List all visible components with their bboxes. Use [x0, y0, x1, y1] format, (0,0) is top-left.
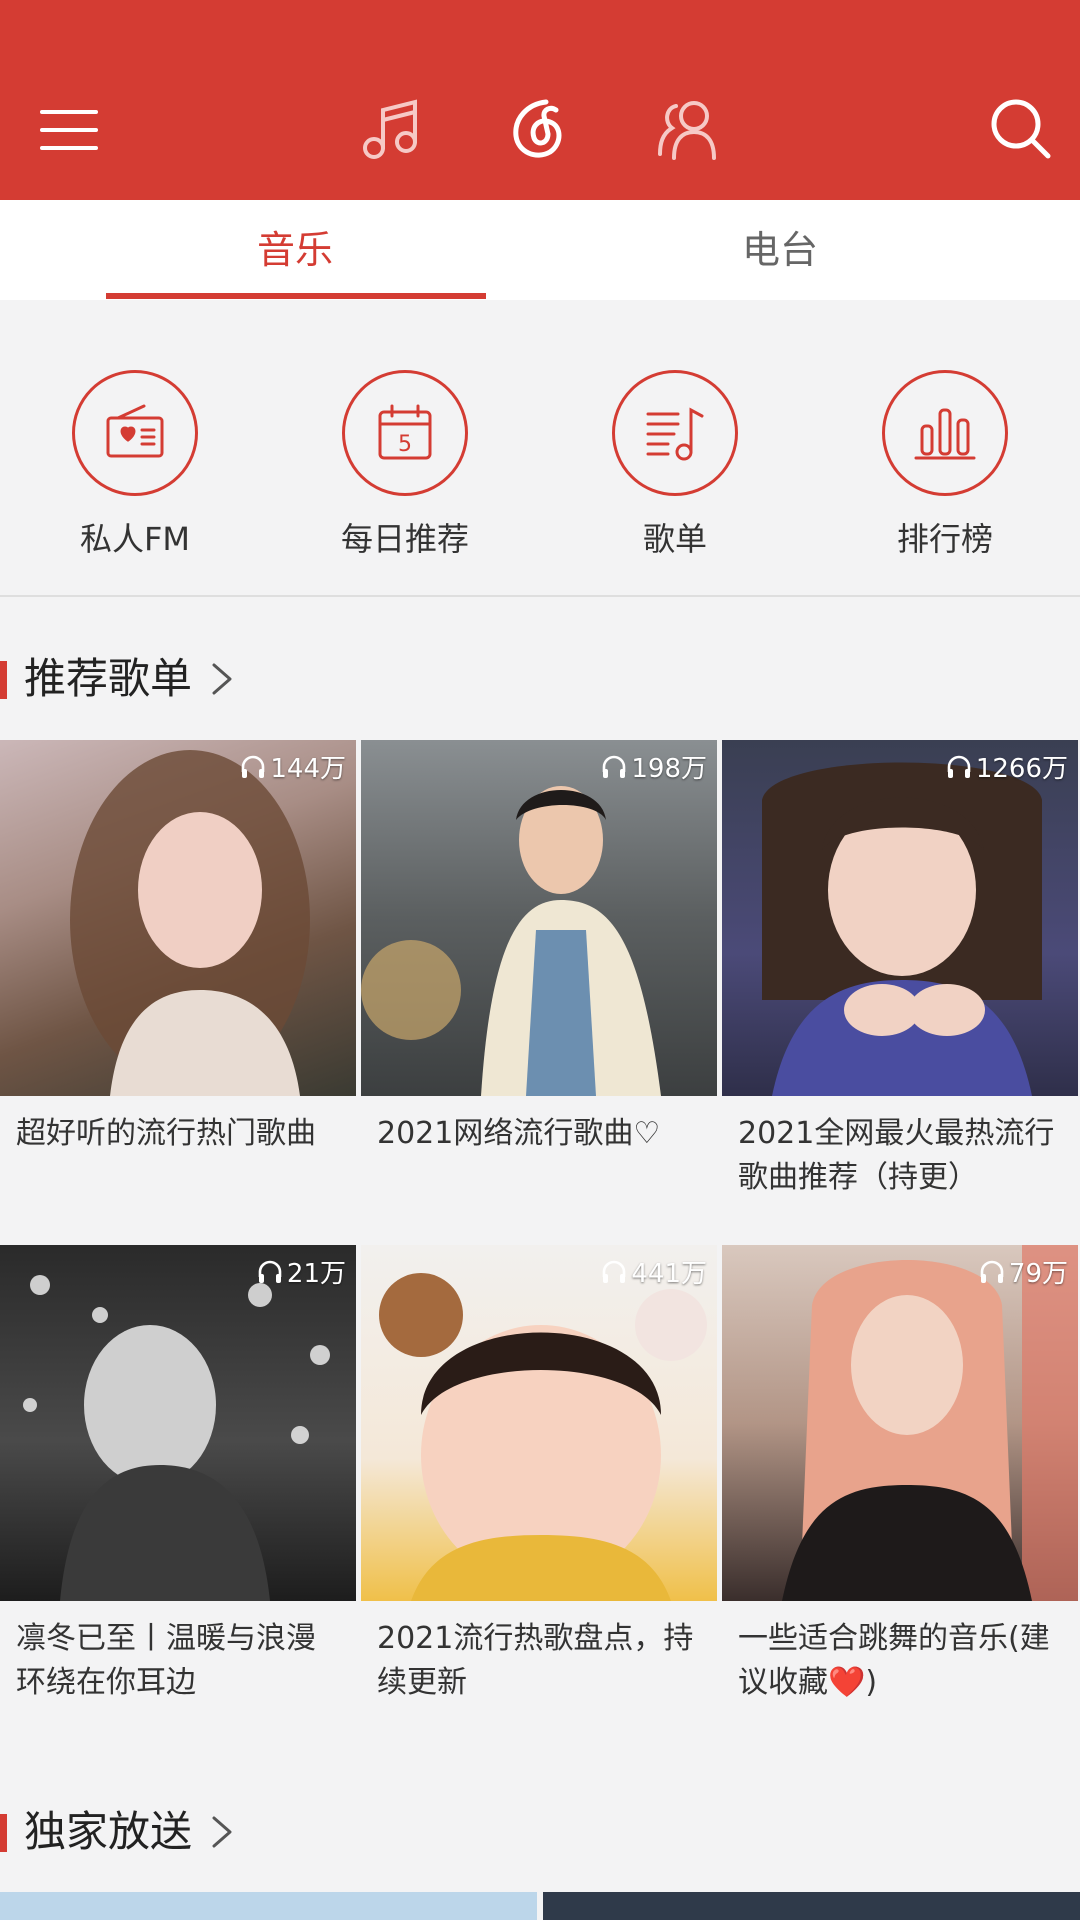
headphones-icon	[947, 755, 971, 778]
section-accent-bar	[0, 1814, 7, 1852]
cover-portrait-image	[361, 786, 661, 1096]
play-count: 441万	[601, 1253, 707, 1290]
quick-entries: 私人FM 5 每日推荐 歌单 排行榜	[0, 300, 1080, 597]
play-count: 21万	[257, 1253, 346, 1290]
exclusive-banner[interactable]	[543, 1892, 1080, 1920]
tab-radio[interactable]: 电台	[510, 200, 1050, 300]
menu-icon[interactable]	[38, 96, 106, 164]
entry-charts[interactable]: 排行榜	[810, 370, 1080, 560]
play-count-value: 79万	[1008, 1259, 1068, 1289]
entry-playlist[interactable]: 歌单	[540, 370, 810, 560]
playlist-cover: 198万	[361, 740, 717, 1096]
headphones-icon	[603, 1260, 626, 1283]
entry-label: 歌单	[642, 520, 707, 558]
playlist-cover: 441万	[361, 1245, 717, 1601]
playlist-card[interactable]: 441万 2021流行热歌盘点，持续更新	[361, 1245, 717, 1705]
play-count-value: 441万	[631, 1259, 707, 1289]
cover-portrait-image	[782, 1245, 1078, 1601]
play-count: 198万	[601, 748, 707, 785]
recommended-playlists-header[interactable]: 推荐歌单	[0, 649, 1080, 709]
chevron-right-icon	[204, 661, 240, 697]
playlist-cover: 21万	[0, 1245, 356, 1601]
entry-label: 排行榜	[896, 520, 993, 558]
playlist-title: 2021流行热歌盘点，持续更新	[377, 1621, 694, 1700]
friends-icon[interactable]	[654, 96, 722, 164]
exclusive-banner[interactable]	[0, 1892, 537, 1920]
playlist-title: 2021全网最火最热流行歌曲推荐（持更）	[738, 1116, 1055, 1195]
chart-icon	[882, 370, 1008, 496]
entry-label: 每日推荐	[340, 520, 469, 558]
playlist-card[interactable]: 79万 一些适合跳舞的音乐(建议收藏❤️)	[722, 1245, 1078, 1705]
play-count: 1266万	[946, 748, 1068, 785]
entry-private-fm[interactable]: 私人FM	[0, 370, 270, 560]
cover-portrait-image	[762, 762, 1042, 1096]
calendar-icon: 5	[342, 370, 468, 496]
exclusive-broadcast-header[interactable]: 独家放送	[0, 1802, 1080, 1862]
playlist-cover: 79万	[722, 1245, 1078, 1601]
netease-logo-icon[interactable]	[506, 96, 574, 164]
play-count-value: 198万	[631, 754, 707, 784]
play-count-value: 21万	[286, 1259, 346, 1289]
play-count: 144万	[240, 748, 346, 785]
headphones-icon	[258, 1260, 282, 1283]
playlist-title: 2021网络流行歌曲♡	[377, 1116, 661, 1151]
search-icon[interactable]	[988, 96, 1056, 164]
play-count: 79万	[979, 1253, 1068, 1290]
playlist-icon	[612, 370, 738, 496]
playlist-card[interactable]: 1266万 2021全网最火最热流行歌曲推荐（持更）	[722, 740, 1078, 1200]
playlist-card[interactable]: 144万 超好听的流行热门歌曲	[0, 740, 356, 1156]
play-count-value: 1266万	[975, 754, 1068, 784]
section-title: 推荐歌单	[24, 654, 193, 703]
headphones-icon	[980, 1260, 1004, 1283]
playlist-title: 超好听的流行热门歌曲	[16, 1116, 316, 1151]
section-title: 独家放送	[24, 1807, 193, 1856]
playlist-card[interactable]: 21万 凛冬已至丨温暖与浪漫环绕在你耳边	[0, 1245, 356, 1705]
music-note-icon[interactable]	[358, 96, 426, 164]
cover-portrait-image	[70, 750, 310, 1096]
chevron-right-icon	[204, 1814, 240, 1850]
playlist-card[interactable]: 198万 2021网络流行歌曲♡	[361, 740, 717, 1156]
playlist-cover: 144万	[0, 740, 356, 1096]
cover-portrait-image	[23, 1275, 330, 1601]
calendar-day-number: 5	[398, 432, 412, 457]
cover-portrait-image	[379, 1273, 707, 1601]
tab-music[interactable]: 音乐	[25, 200, 565, 300]
active-tab-indicator	[106, 293, 486, 299]
entry-label: 私人FM	[79, 520, 191, 558]
top-tabs: 音乐 电台	[0, 200, 1080, 300]
playlist-title: 一些适合跳舞的音乐(建议收藏❤️)	[738, 1621, 1050, 1700]
headphones-icon	[242, 755, 265, 778]
headphones-icon	[603, 755, 626, 778]
playlist-title: 凛冬已至丨温暖与浪漫环绕在你耳边	[16, 1621, 316, 1700]
play-count-value: 144万	[270, 754, 346, 784]
app-header	[0, 0, 1080, 200]
section-accent-bar	[0, 661, 7, 699]
entry-daily-recommend[interactable]: 5 每日推荐	[270, 370, 540, 560]
playlist-cover: 1266万	[722, 740, 1078, 1096]
radio-icon	[72, 370, 198, 496]
